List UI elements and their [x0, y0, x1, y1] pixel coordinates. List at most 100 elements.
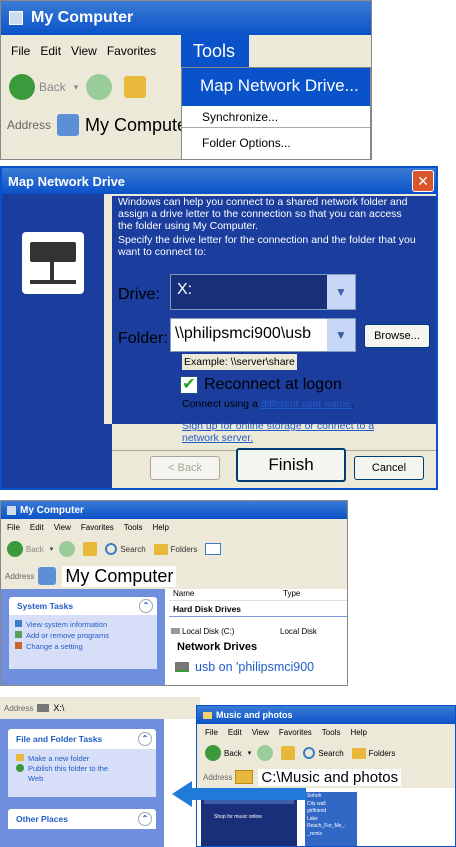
- forward-arrow-icon[interactable]: [257, 745, 274, 761]
- list-item-local-disk[interactable]: Local Disk (C:) Local Disk: [169, 617, 347, 639]
- collapse-icon[interactable]: ⌃: [138, 812, 152, 826]
- system-tasks-list: View system information Add or remove pr…: [9, 615, 157, 669]
- address-label: Address: [5, 571, 35, 581]
- search-icon[interactable]: [303, 747, 316, 759]
- up-folder-icon[interactable]: [124, 76, 147, 98]
- different-user-link[interactable]: different user name: [261, 398, 351, 410]
- search-icon[interactable]: [105, 543, 118, 555]
- menu-favorites[interactable]: Favorites: [279, 728, 312, 737]
- task-change-setting[interactable]: Change a setting: [15, 641, 151, 652]
- chevron-down-icon[interactable]: ▼: [327, 319, 355, 351]
- menu-view[interactable]: View: [252, 728, 269, 737]
- back-arrow-icon[interactable]: [205, 745, 221, 761]
- col-type[interactable]: Type: [279, 589, 300, 600]
- list-item-usb-network-drive[interactable]: usb on 'philipsmci900: [169, 657, 347, 677]
- menu-help[interactable]: Help: [152, 523, 168, 532]
- file-list: Name Type Hard Disk Drives Local Disk (C…: [169, 589, 347, 685]
- file-item[interactable]: City wall: [307, 801, 355, 809]
- menu-file[interactable]: File: [11, 44, 30, 58]
- menu-file[interactable]: File: [7, 523, 20, 532]
- address-value[interactable]: X:\: [53, 703, 64, 713]
- drive-select-value: X:: [177, 281, 193, 298]
- file-item[interactable]: Lake: [307, 816, 355, 824]
- browse-button[interactable]: Browse...: [364, 324, 430, 348]
- drive-select[interactable]: X: ▼: [170, 274, 356, 310]
- menu-edit[interactable]: Edit: [40, 44, 61, 58]
- connect-text: Connect using a different user name.: [182, 398, 354, 410]
- menu-edit[interactable]: Edit: [228, 728, 242, 737]
- folders-button-label[interactable]: Folders: [171, 545, 198, 554]
- folders-icon[interactable]: [153, 543, 168, 555]
- chevron-down-icon[interactable]: ▾: [248, 749, 252, 757]
- search-button-label[interactable]: Search: [318, 749, 343, 758]
- task-pane: System Tasks ⌃ View system information A…: [1, 589, 165, 685]
- task-publish-folder[interactable]: Publish this folder to the Web: [16, 764, 148, 784]
- menu-tools[interactable]: Tools: [322, 728, 341, 737]
- up-folder-icon[interactable]: [83, 542, 98, 556]
- file-folder-tasks-title: File and Folder Tasks: [16, 734, 103, 744]
- screen1-titlebar: My Computer: [1, 1, 371, 35]
- menu-item-map-network-drive[interactable]: Map Network Drive...: [182, 68, 370, 106]
- hdd-group-header: Hard Disk Drives: [169, 601, 347, 617]
- back-label[interactable]: Back: [26, 545, 44, 554]
- collapse-icon[interactable]: ⌃: [138, 732, 152, 746]
- folders-icon[interactable]: [351, 747, 366, 759]
- address-value[interactable]: My Computer: [62, 565, 177, 587]
- signup-link[interactable]: Sign up for online storage or connect to…: [182, 420, 404, 444]
- menu-view[interactable]: View: [54, 523, 71, 532]
- cancel-button[interactable]: Cancel: [354, 456, 424, 480]
- task-view-system-info[interactable]: View system information: [15, 619, 151, 630]
- example-text: Example: \\server\share: [182, 354, 297, 370]
- music-toolbar: Back ▾ Search Folders: [197, 740, 455, 766]
- col-name[interactable]: Name: [169, 589, 279, 600]
- system-tasks-header[interactable]: System Tasks ⌃: [9, 597, 157, 615]
- file-item[interactable]: girlfriend: [307, 808, 355, 816]
- other-places-header[interactable]: Other Places ⌃: [8, 809, 156, 829]
- menu-edit[interactable]: Edit: [30, 523, 44, 532]
- close-icon[interactable]: ✕: [412, 170, 434, 192]
- back-arrow-icon[interactable]: [7, 541, 23, 557]
- programs-icon: [15, 631, 22, 638]
- net-group-header: Network Drives: [177, 641, 258, 653]
- back-label[interactable]: Back: [224, 749, 242, 758]
- dialog-title: Map Network Drive: [8, 173, 126, 189]
- finish-button[interactable]: Finish: [236, 448, 346, 482]
- file-folder-tasks-header[interactable]: File and Folder Tasks ⌃: [8, 729, 156, 749]
- file-item[interactable]: Sohoh: [307, 793, 355, 801]
- address-value[interactable]: My Computer: [85, 115, 193, 136]
- menu-tools-open[interactable]: Tools: [181, 35, 249, 67]
- task-make-new-folder[interactable]: Make a new folder: [16, 754, 148, 764]
- menu-help[interactable]: Help: [350, 728, 366, 737]
- views-icon[interactable]: [205, 543, 222, 555]
- menu-item-synchronize[interactable]: Synchronize...: [182, 106, 370, 128]
- forward-arrow-icon[interactable]: [59, 541, 76, 557]
- menu-view[interactable]: View: [71, 44, 97, 58]
- folder-label: Folder:: [118, 330, 168, 347]
- menu-tools[interactable]: Tools: [124, 523, 143, 532]
- back-button: < Back: [150, 456, 220, 480]
- new-folder-icon: [16, 754, 24, 761]
- menu-file[interactable]: File: [205, 728, 218, 737]
- reconnect-label[interactable]: Reconnect at logon: [204, 376, 342, 394]
- file-item[interactable]: Reach_For_Me_-_remix: [307, 823, 355, 838]
- back-label[interactable]: Back: [39, 80, 66, 94]
- drive-label: Drive:: [118, 286, 160, 303]
- shop-music-link[interactable]: Shop for music online: [204, 814, 294, 820]
- menu-favorites[interactable]: Favorites: [81, 523, 114, 532]
- collapse-icon[interactable]: ⌃: [139, 599, 153, 613]
- folder-combobox[interactable]: \\philipsmci900\usb ▼: [170, 318, 356, 352]
- back-arrow-icon[interactable]: [9, 74, 35, 100]
- search-button-label[interactable]: Search: [120, 545, 145, 554]
- chevron-down-icon[interactable]: ▼: [327, 275, 355, 309]
- up-folder-icon[interactable]: [281, 746, 296, 760]
- address-label: Address: [7, 118, 52, 132]
- task-add-remove-programs[interactable]: Add or remove programs: [15, 630, 151, 641]
- reconnect-checkbox[interactable]: ✔: [180, 376, 198, 394]
- chevron-down-icon[interactable]: ▾: [74, 82, 79, 93]
- menu-item-folder-options[interactable]: Folder Options...: [182, 128, 370, 158]
- folders-button-label[interactable]: Folders: [369, 749, 396, 758]
- window-title: My Computer: [20, 504, 84, 516]
- forward-arrow-icon[interactable]: [86, 74, 113, 100]
- chevron-down-icon[interactable]: ▾: [50, 545, 54, 553]
- menu-favorites[interactable]: Favorites: [107, 44, 156, 58]
